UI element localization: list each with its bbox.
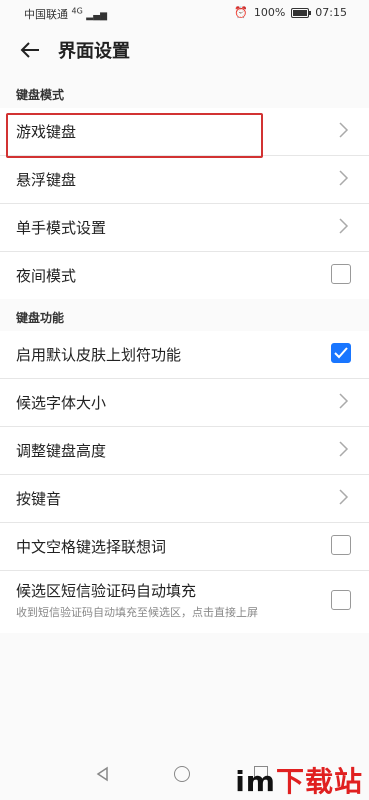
back-button[interactable] [16, 36, 44, 64]
page-title: 界面设置 [58, 41, 130, 62]
app-bar: 界面设置 [0, 28, 369, 72]
section-header-keyboard-mode: 键盘模式 [16, 88, 65, 102]
setting-label: 按键音 [16, 490, 62, 508]
setting-row[interactable]: 按键音 [0, 475, 369, 523]
setting-label: 候选区短信验证码自动填充 [16, 582, 197, 600]
battery-icon [291, 7, 312, 18]
chevron-right-icon [339, 441, 349, 457]
checkbox[interactable] [331, 590, 351, 610]
setting-row[interactable]: 中文空格键选择联想词 [0, 523, 369, 571]
watermark-right: 下载站 [275, 765, 363, 798]
setting-subtitle: 收到短信验证码自动填充至候选区，点击直接上屏 [16, 606, 258, 619]
status-left: 中国联通 4G ▂▄▆ [24, 6, 107, 22]
setting-row[interactable]: 悬浮键盘 [0, 156, 369, 204]
setting-label: 调整键盘高度 [16, 442, 107, 460]
keyboard-functions-list: 启用默认皮肤上划符功能 候选字体大小 调整键盘高度 按键音中文空格键选择联想词候选区短… [0, 331, 369, 633]
alarm-icon: ⏰ [234, 6, 248, 19]
chevron-right-icon [339, 218, 349, 234]
network-type: 4G [71, 6, 83, 16]
setting-label: 夜间模式 [16, 267, 77, 285]
status-right: ⏰ 100% 07:15 [234, 6, 347, 19]
nav-back-icon[interactable] [95, 766, 111, 782]
watermark-logo: im下载站 [235, 760, 363, 800]
clock: 07:15 [315, 6, 347, 19]
chevron-right-icon [339, 170, 349, 186]
setting-label: 悬浮键盘 [16, 171, 77, 189]
setting-row[interactable]: 启用默认皮肤上划符功能 [0, 331, 369, 379]
checkbox[interactable] [331, 535, 351, 555]
battery-percent: 100% [253, 6, 286, 19]
setting-row[interactable]: 候选字体大小 [0, 379, 369, 427]
checkbox[interactable] [331, 264, 351, 284]
watermark-left: im [235, 765, 276, 798]
checkbox[interactable] [331, 343, 351, 363]
chevron-right-icon [339, 393, 349, 409]
carrier-name: 中国联通 [24, 8, 68, 21]
signal-icon: ▂▄▆ [86, 11, 108, 21]
status-bar: 中国联通 4G ▂▄▆ ⏰ 100% 07:15 [0, 0, 369, 24]
highlight-box [6, 113, 263, 158]
section-header-keyboard-functions: 键盘功能 [16, 311, 65, 325]
setting-label: 中文空格键选择联想词 [16, 538, 167, 556]
setting-label: 启用默认皮肤上划符功能 [16, 346, 182, 364]
nav-home-icon[interactable] [174, 766, 190, 782]
chevron-right-icon [339, 122, 349, 138]
check-icon [334, 347, 348, 359]
setting-row[interactable]: 候选区短信验证码自动填充收到短信验证码自动填充至候选区，点击直接上屏 [0, 571, 369, 633]
setting-label: 候选字体大小 [16, 394, 107, 412]
chevron-right-icon [339, 489, 349, 505]
setting-row[interactable]: 夜间模式 [0, 252, 369, 299]
setting-row[interactable]: 单手模式设置 [0, 204, 369, 252]
back-arrow-icon [20, 42, 39, 58]
setting-label: 单手模式设置 [16, 219, 107, 237]
setting-row[interactable]: 调整键盘高度 [0, 427, 369, 475]
